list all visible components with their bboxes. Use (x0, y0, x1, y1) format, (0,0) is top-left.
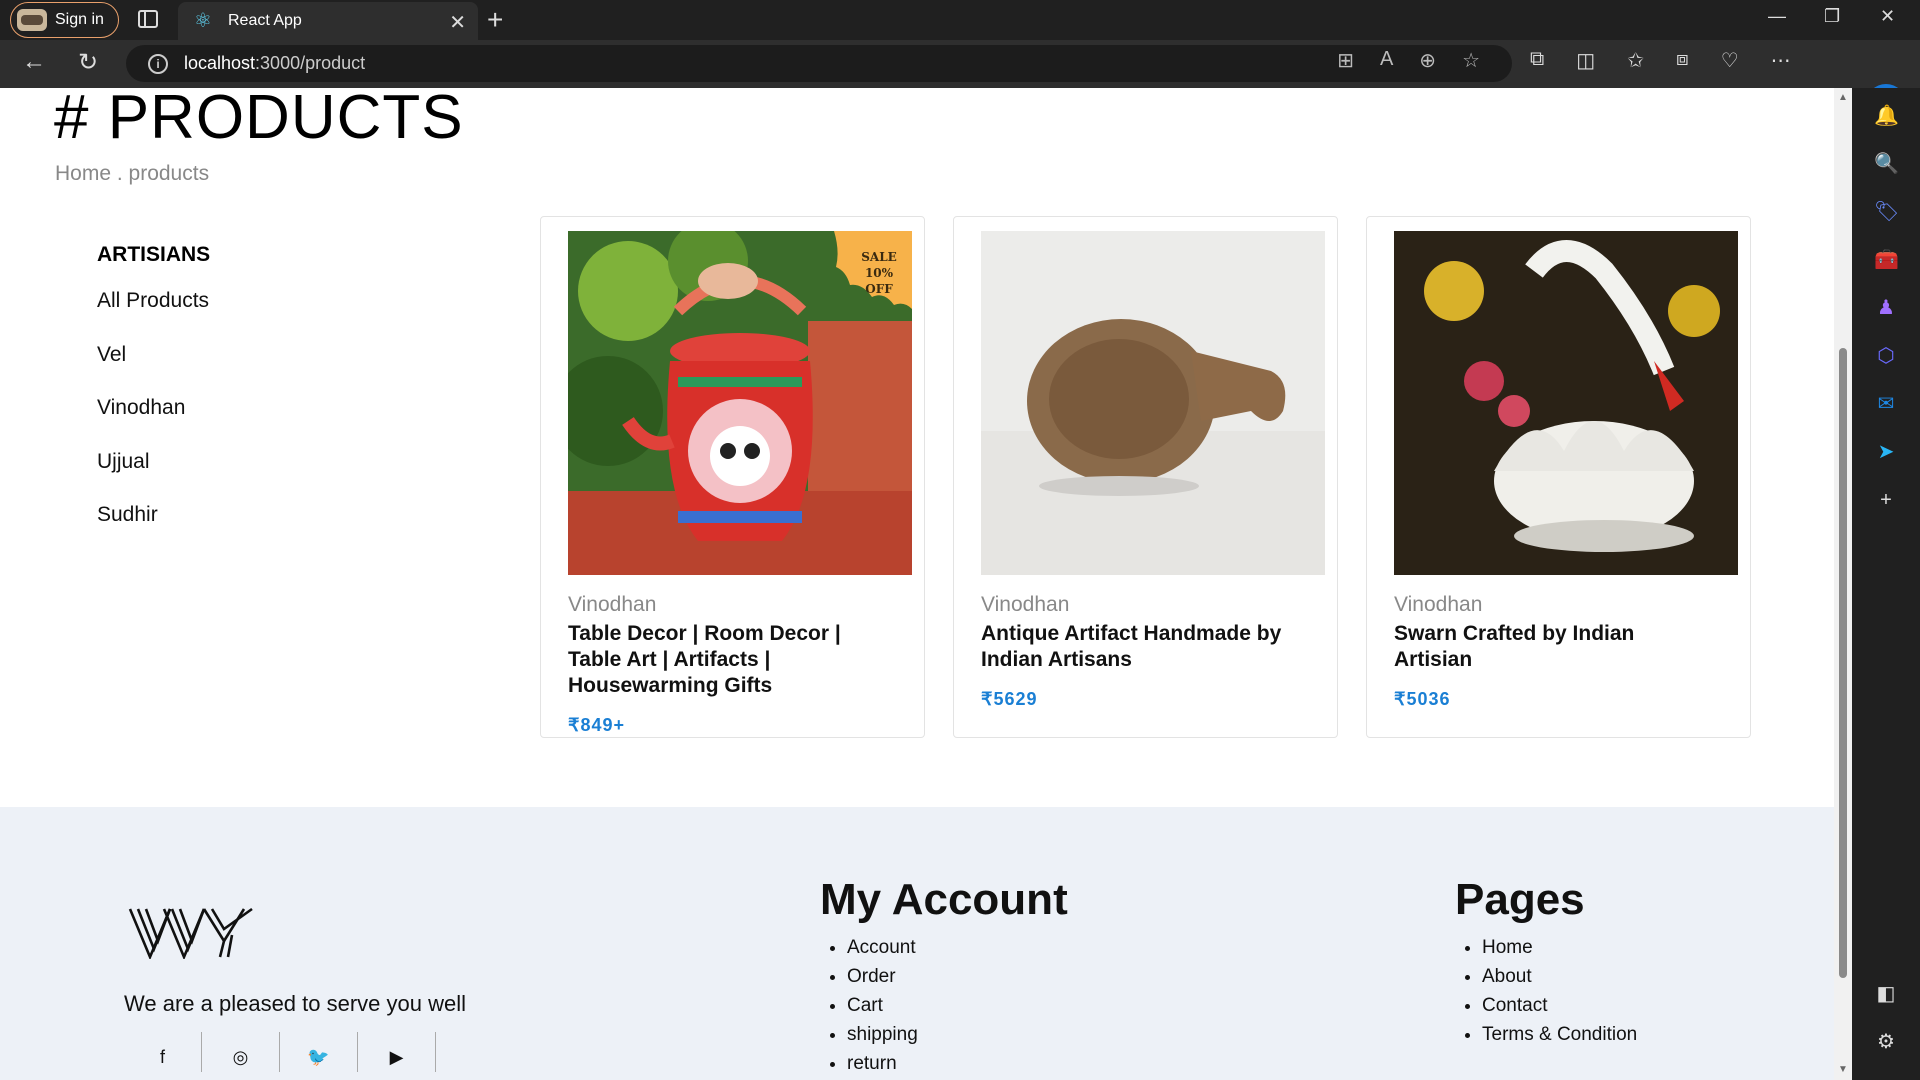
tab-bar: Sign in ⚛ React App ✕ + — ❐ ✕ (0, 0, 1920, 40)
page-title: # PRODUCTS (54, 88, 464, 152)
footer-link-cart[interactable]: Cart (847, 991, 1068, 1020)
collections-icon[interactable]: ⧈ (1676, 48, 1689, 73)
favorites-icon[interactable]: ✩ (1627, 48, 1644, 73)
extensions-icon[interactable]: ⧉ (1530, 48, 1544, 73)
product-artisan[interactable]: Vinodhan (568, 593, 656, 617)
filter-item-vel[interactable]: Vel (97, 343, 210, 397)
scroll-down-icon[interactable]: ▼ (1838, 1064, 1848, 1075)
shopping-tag-icon[interactable]: 🏷 (1874, 200, 1899, 224)
product-artisan[interactable]: Vinodhan (981, 593, 1069, 617)
minimize-icon[interactable]: — (1768, 6, 1786, 27)
notification-bell-icon[interactable]: 🔔 (1874, 104, 1899, 128)
address-bar[interactable]: i localhost:3000/product (126, 45, 1512, 82)
url-host: localhost (184, 53, 256, 73)
scrollbar-thumb[interactable] (1839, 348, 1847, 978)
product-image-artifact[interactable] (981, 231, 1325, 575)
search-icon[interactable]: 🔍 (1874, 152, 1899, 176)
filter-item-sudhir[interactable]: Sudhir (97, 503, 210, 557)
outlook-icon[interactable]: ✉ (1874, 392, 1898, 416)
close-tab-icon[interactable]: ✕ (449, 10, 466, 35)
footer-link-home[interactable]: Home (1482, 933, 1637, 962)
new-tab-icon[interactable]: + (487, 4, 503, 36)
page-viewport: # PRODUCTS Home . products ARTISIANS All… (0, 88, 1852, 1080)
product-card[interactable]: Vinodhan Antique Artifact Handmade by In… (953, 216, 1338, 738)
close-window-icon[interactable]: ✕ (1880, 6, 1895, 27)
tools-icon[interactable]: 🧰 (1874, 248, 1899, 272)
artisan-filter-list: ARTISIANS All Products Vel Vinodhan Ujju… (97, 243, 210, 557)
more-menu-icon[interactable]: ⋯ (1771, 48, 1791, 73)
product-card[interactable]: Vinodhan Swarn Crafted by Indian Artisia… (1366, 216, 1751, 738)
footer-link-account[interactable]: Account (847, 933, 1068, 962)
games-icon[interactable]: ♟ (1874, 296, 1898, 320)
facebook-icon[interactable]: f (124, 1032, 202, 1072)
add-sidebar-app-icon[interactable]: + (1874, 488, 1898, 512)
product-image-kettle[interactable]: SALE 10% OFF (568, 231, 912, 575)
page-scrollbar[interactable]: ▲ ▼ (1834, 88, 1852, 1080)
browser-essentials-icon[interactable]: ♡ (1721, 48, 1739, 73)
product-price: ₹849+ (568, 715, 625, 735)
youtube-icon[interactable]: ▶ (358, 1032, 436, 1072)
sale-badge-line1: SALE (861, 250, 897, 264)
footer-tagline: We are a pleased to serve you well (124, 991, 466, 1016)
product-name[interactable]: Swarn Crafted by Indian Artisian (1394, 621, 1714, 673)
url-path: :3000/product (255, 53, 366, 73)
tab-actions-icon[interactable] (138, 10, 158, 28)
sign-in-button[interactable]: Sign in (10, 2, 119, 38)
my-account-heading: My Account (820, 875, 1068, 924)
brand-logo[interactable] (128, 907, 260, 964)
product-name[interactable]: Antique Artifact Handmade by Indian Arti… (981, 621, 1301, 673)
twitter-icon[interactable]: 🐦 (280, 1032, 358, 1072)
filter-item-ujjual[interactable]: Ujjual (97, 450, 210, 504)
footer-link-shipping[interactable]: shipping (847, 1020, 1068, 1049)
edge-sidebar: 🔔 🔍 🏷 🧰 ♟ ⬡ ✉ ➤ + ◧ ⚙ (1852, 88, 1920, 1080)
address-bar-row: ← ↻ i localhost:3000/product ⊞ A ⊕ ☆ ⧉ ◫… (0, 40, 1920, 124)
pages-heading: Pages (1455, 875, 1585, 924)
filter-heading: ARTISIANS (97, 243, 211, 266)
product-card[interactable]: SALE 10% OFF Vinodhan Table Decor | Room… (540, 216, 925, 738)
product-image-swan[interactable] (1394, 231, 1738, 575)
breadcrumb[interactable]: Home . products (55, 162, 209, 186)
settings-gear-icon[interactable]: ⚙ (1874, 1030, 1898, 1054)
zoom-icon[interactable]: ⊕ (1419, 48, 1436, 73)
copilot-sidebar-icon[interactable]: ⬡ (1874, 344, 1898, 368)
social-links: f ◎ 🐦 ▶ (124, 1032, 436, 1072)
tab-react-app[interactable]: ⚛ React App ✕ (178, 2, 478, 40)
react-logo-icon: ⚛ (194, 10, 212, 32)
product-price: ₹5629 (981, 689, 1038, 709)
back-icon[interactable]: ← (22, 48, 46, 76)
product-price: ₹5036 (1394, 689, 1451, 709)
profile-avatar-icon (17, 9, 47, 31)
hide-sidebar-icon[interactable]: ◧ (1874, 982, 1898, 1006)
read-aloud-icon[interactable]: A (1380, 48, 1393, 73)
product-artisan[interactable]: Vinodhan (1394, 593, 1482, 617)
filter-item-vinodhan[interactable]: Vinodhan (97, 396, 210, 450)
footer-my-account: My Account Account Order Cart shipping r… (820, 875, 1068, 1078)
footer-link-contact[interactable]: Contact (1482, 991, 1637, 1020)
footer-link-order[interactable]: Order (847, 962, 1068, 991)
sign-in-label: Sign in (55, 11, 104, 28)
instagram-icon[interactable]: ◎ (202, 1032, 280, 1072)
drop-icon[interactable]: ➤ (1874, 440, 1898, 464)
product-name[interactable]: Table Decor | Room Decor | Table Art | A… (568, 621, 888, 699)
sale-badge: SALE 10% OFF (834, 231, 912, 309)
restore-icon[interactable]: ❐ (1824, 6, 1840, 27)
favorite-star-icon[interactable]: ☆ (1462, 48, 1480, 73)
site-info-icon[interactable]: i (148, 53, 168, 74)
scroll-up-icon[interactable]: ▲ (1838, 92, 1848, 103)
refresh-icon[interactable]: ↻ (78, 48, 98, 77)
app-available-icon[interactable]: ⊞ (1337, 48, 1354, 73)
footer-link-terms[interactable]: Terms & Condition (1482, 1020, 1637, 1049)
sale-badge-line2: 10% OFF (864, 266, 894, 296)
split-screen-icon[interactable]: ◫ (1576, 48, 1595, 73)
footer-link-return[interactable]: return (847, 1049, 1068, 1078)
filter-item-all-products[interactable]: All Products (97, 289, 210, 343)
footer-link-about[interactable]: About (1482, 962, 1637, 991)
site-footer: We are a pleased to serve you well f ◎ 🐦… (0, 807, 1834, 1080)
footer-pages: Pages Home About Contact Terms & Conditi… (1455, 875, 1637, 1049)
tab-title: React App (228, 12, 302, 29)
